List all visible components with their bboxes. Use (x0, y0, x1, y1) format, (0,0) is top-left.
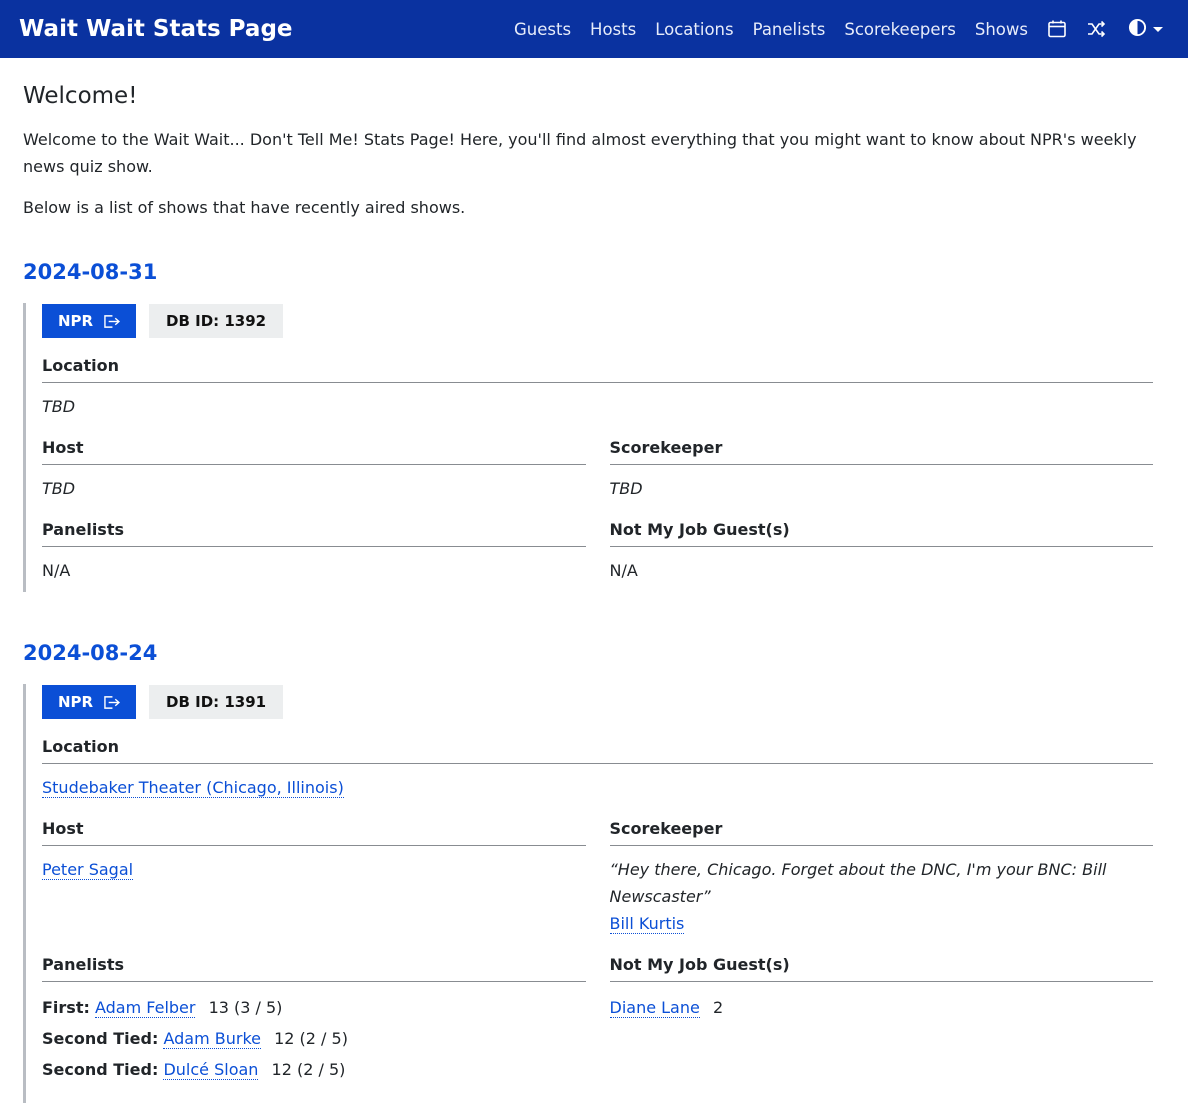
guests-value: N/A (609, 561, 638, 580)
panelist-score: 12 (2 / 5) (271, 1060, 346, 1079)
npr-link-button[interactable]: NPR (42, 304, 136, 338)
nav-locations[interactable]: Locations (655, 20, 733, 39)
host-heading: Host (42, 819, 586, 846)
host-heading: Host (42, 438, 586, 465)
panelists-heading: Panelists (42, 520, 586, 547)
show-date-heading: 2024-08-31 (23, 259, 1165, 285)
guest-score: 2 (712, 998, 724, 1017)
panelists-section: Panelists First: Adam Felber 13 (3 / 5) … (42, 955, 586, 1085)
scorekeeper-section: Scorekeeper “Hey there, Chicago. Forget … (609, 819, 1153, 937)
location-section: Location TBD (42, 356, 1153, 420)
panelist-score: 12 (2 / 5) (274, 1029, 348, 1048)
guest-link[interactable]: Diane Lane (609, 998, 700, 1018)
scorekeeper-intro: “Hey there, Chicago. Forget about the DN… (609, 860, 1107, 906)
panelist-row: First: Adam Felber 13 (3 / 5) (42, 992, 586, 1023)
external-link-icon (104, 695, 121, 709)
host-link[interactable]: Peter Sagal (42, 860, 134, 880)
panelists-guests-row: Panelists First: Adam Felber 13 (3 / 5) … (42, 955, 1153, 1103)
theme-contrast-icon (1128, 18, 1147, 41)
panelist-row: Second Tied: Adam Burke 12 (2 / 5) (42, 1023, 586, 1054)
db-id-badge: DB ID: 1392 (149, 304, 284, 338)
location-section: Location Studebaker Theater (Chicago, Il… (42, 737, 1153, 801)
npr-link-button[interactable]: NPR (42, 685, 136, 719)
nav-hosts[interactable]: Hosts (590, 20, 636, 39)
guests-section: Not My Job Guest(s) N/A (609, 520, 1153, 584)
location-value: TBD (42, 397, 76, 416)
panelist-rank: Second Tied: (42, 1029, 159, 1048)
guests-section: Not My Job Guest(s) Diane Lane 2 (609, 955, 1154, 1085)
main-content: Welcome! Welcome to the Wait Wait... Don… (0, 82, 1188, 1103)
host-scorekeeper-row: Host TBD Scorekeeper TBD (42, 438, 1153, 520)
panelist-link[interactable]: Adam Felber (94, 998, 196, 1018)
location-heading: Location (42, 356, 1153, 383)
npr-button-label: NPR (57, 693, 94, 711)
nav-shows[interactable]: Shows (975, 20, 1028, 39)
show-card: NPR DB ID: 1392 Location TBD Host TBD Sc… (23, 303, 1165, 592)
page-title: Welcome! (23, 83, 138, 109)
show-date-link[interactable]: 2024-08-31 (23, 260, 157, 284)
shuffle-icon[interactable] (1086, 19, 1106, 39)
npr-button-label: NPR (57, 312, 94, 330)
show-card: NPR DB ID: 1391 Location Studebaker Thea… (23, 684, 1165, 1103)
scorekeeper-heading: Scorekeeper (609, 438, 1153, 465)
panelist-link[interactable]: Dulcé Sloan (163, 1060, 259, 1080)
host-value: TBD (42, 479, 76, 498)
scorekeeper-heading: Scorekeeper (609, 819, 1153, 846)
host-scorekeeper-row: Host Peter Sagal Scorekeeper “Hey there,… (42, 819, 1153, 955)
show-date-link[interactable]: 2024-08-24 (23, 641, 157, 665)
show-actions: NPR DB ID: 1391 (42, 684, 1153, 719)
host-section: Host TBD (42, 438, 586, 502)
panelists-guests-row: Panelists N/A Not My Job Guest(s) N/A (42, 520, 1153, 592)
host-section: Host Peter Sagal (42, 819, 586, 937)
nav-scorekeepers[interactable]: Scorekeepers (844, 20, 956, 39)
guests-heading: Not My Job Guest(s) (609, 520, 1153, 547)
calendar-icon[interactable] (1047, 19, 1067, 39)
panelist-link[interactable]: Adam Burke (163, 1029, 261, 1049)
location-link[interactable]: Studebaker Theater (Chicago, Illinois) (42, 778, 344, 798)
db-id-badge: DB ID: 1391 (149, 685, 284, 719)
nav-links: Guests Hosts Locations Panelists Scoreke… (495, 18, 1169, 41)
scorekeeper-section: Scorekeeper TBD (609, 438, 1153, 502)
show-date-heading: 2024-08-24 (23, 640, 1165, 666)
navbar: Wait Wait Stats Page Guests Hosts Locati… (0, 0, 1188, 58)
panelists-value: N/A (42, 561, 71, 580)
recent-shows-text: Below is a list of shows that have recen… (23, 198, 466, 217)
panelist-rank: Second Tied: (42, 1060, 159, 1079)
nav-panelists[interactable]: Panelists (753, 20, 826, 39)
guests-heading: Not My Job Guest(s) (609, 955, 1153, 982)
nav-guests[interactable]: Guests (514, 20, 571, 39)
location-heading: Location (42, 737, 1153, 764)
external-link-icon (104, 314, 121, 328)
panelists-section: Panelists N/A (42, 520, 586, 584)
scorekeeper-value: TBD (609, 479, 643, 498)
show-actions: NPR DB ID: 1392 (42, 303, 1153, 338)
chevron-down-icon (1153, 26, 1163, 32)
site-brand[interactable]: Wait Wait Stats Page (19, 16, 293, 42)
scorekeeper-link[interactable]: Bill Kurtis (609, 914, 685, 934)
theme-toggle-button[interactable] (1128, 18, 1163, 41)
guest-row: Diane Lane 2 (609, 992, 1154, 1021)
panelists-heading: Panelists (42, 955, 586, 982)
panelist-score: 13 (3 / 5) (208, 998, 283, 1017)
intro-text: Welcome to the Wait Wait... Don't Tell M… (23, 130, 1137, 176)
panelist-row: Second Tied: Dulcé Sloan 12 (2 / 5) (42, 1054, 586, 1085)
panelist-rank: First: (42, 998, 90, 1017)
